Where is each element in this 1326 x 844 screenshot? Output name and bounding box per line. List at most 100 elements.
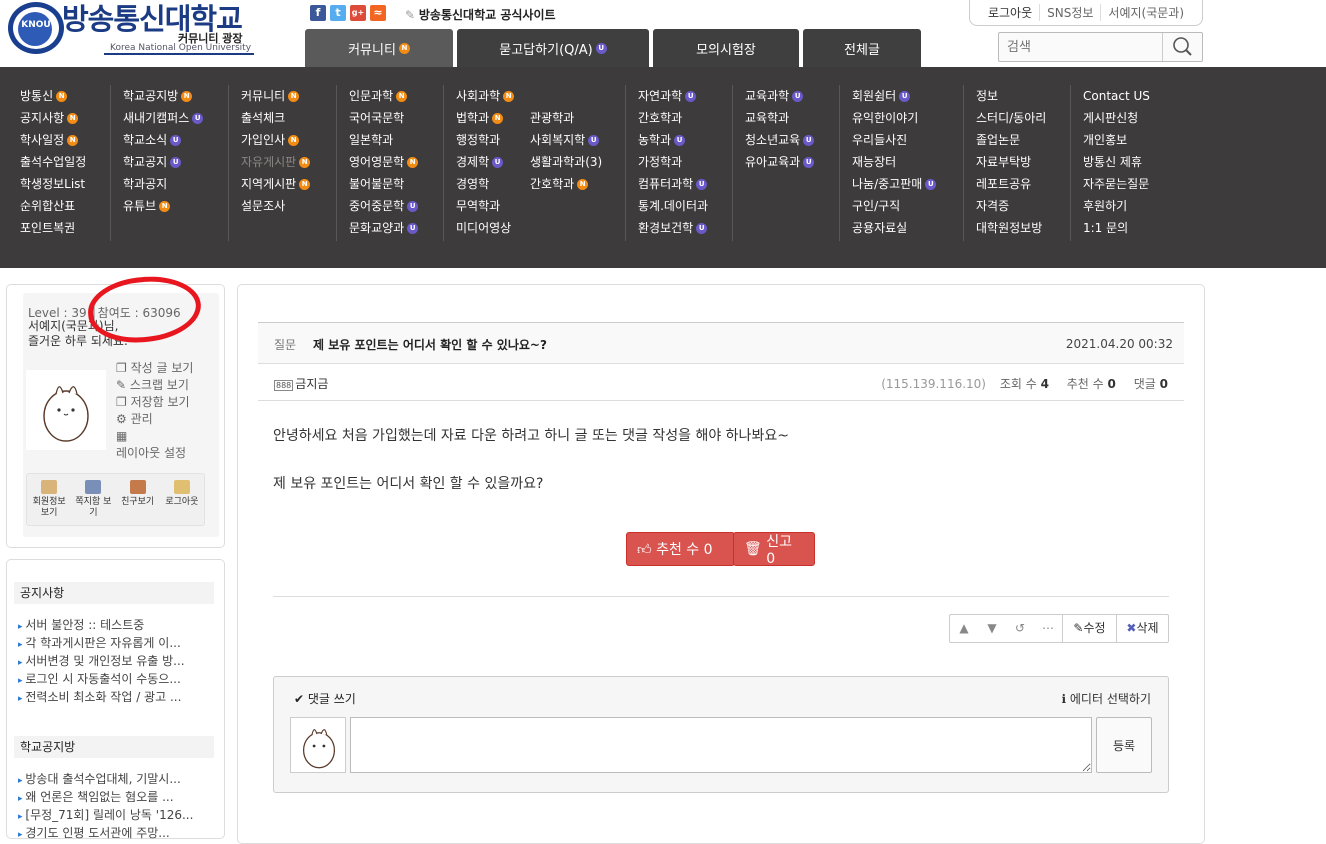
editor-select-link[interactable]: ℹ 에디터 선택하기 (1062, 690, 1151, 707)
menu-item[interactable]: 불어불문학 (349, 173, 418, 195)
menu-item[interactable]: 청소년교육 U (745, 129, 815, 151)
friends-button[interactable]: 친구보기 (116, 480, 160, 525)
layout-settings-link[interactable]: 레이아웃 설정 (116, 445, 193, 462)
menu-item[interactable]: 학과공지 (123, 173, 203, 195)
menu-item[interactable]: 생활과학과(3) (530, 151, 602, 173)
menu-item[interactable]: 중어중문학 U (349, 195, 419, 217)
menu-item[interactable]: 인문과학 N (349, 85, 418, 107)
sns-info-link[interactable]: SNS정보 (1039, 4, 1100, 21)
facebook-icon[interactable]: f (310, 5, 326, 21)
menu-item[interactable]: 사회복지학 U (530, 129, 602, 151)
menu-item[interactable]: 설문조사 (241, 195, 310, 217)
saved-link[interactable]: ❐ 저장함 보기 (116, 394, 193, 411)
menu-item[interactable]: 경영학 (456, 173, 514, 195)
menu-item[interactable]: 회원쉼터 U (852, 85, 936, 107)
menu-item[interactable]: 커뮤니티 N (241, 85, 310, 107)
user-name-link[interactable]: 서예지(국문과) (1100, 4, 1191, 21)
menu-item[interactable]: 유튜브 N (123, 195, 203, 217)
menu-item[interactable]: 1:1 문의 (1083, 217, 1150, 239)
menu-item[interactable]: 문화교양과 U (349, 217, 419, 239)
site-logo[interactable]: KNOU 방송통신대학교 커뮤니티 광장 Korea National Open… (8, 0, 254, 58)
menu-item[interactable]: 유익한이야기 (852, 107, 936, 129)
menu-item[interactable]: 학교소식 U (123, 129, 203, 151)
menu-item[interactable]: 지역게시판 N (241, 173, 311, 195)
menu-item[interactable]: 영어영문학 N (349, 151, 419, 173)
arrow-down-icon[interactable]: ▼ (978, 615, 1006, 642)
menu-item[interactable]: 경제학 U (456, 151, 514, 173)
menu-item[interactable]: 교육학과 (745, 107, 814, 129)
list-item[interactable]: 왜 언론은 책임없는 혐오를 ... (18, 788, 208, 806)
menu-item[interactable]: 개인홍보 (1083, 129, 1150, 151)
search-button[interactable] (1162, 33, 1202, 61)
menu-item[interactable]: 학생정보List (20, 173, 86, 195)
menu-item[interactable]: 간호학과 (638, 107, 708, 129)
logout-link[interactable]: 로그아웃 (981, 4, 1039, 21)
list-item[interactable]: 경기도 인평 도서관에 주망... (18, 824, 208, 842)
comment-textarea[interactable] (350, 717, 1092, 773)
menu-item[interactable]: 학교공지 U (123, 151, 203, 173)
list-item[interactable]: 방송대 출석수업대체, 기말시... (18, 770, 208, 788)
search-input[interactable] (999, 33, 1159, 61)
menu-item[interactable]: Contact US (1083, 85, 1150, 107)
menu-item[interactable]: 사회과학 N (456, 85, 515, 107)
menu-item[interactable]: 우리들사진 (852, 129, 936, 151)
message-box-button[interactable]: 쪽지함 보기 (71, 480, 115, 525)
twitter-icon[interactable]: t (330, 5, 346, 21)
manage-link[interactable]: ⚙ 관리 (116, 411, 193, 428)
menu-item[interactable]: 자료부탁방 (976, 151, 1046, 173)
menu-item[interactable]: 구인/구직 (852, 195, 936, 217)
menu-item[interactable]: 일본학과 (349, 129, 418, 151)
menu-item[interactable]: 자유게시판 N (241, 151, 311, 173)
list-item[interactable]: [무정_71회] 릴레이 낭독 '126... (18, 806, 208, 824)
menu-item[interactable]: 정보 (976, 85, 1046, 107)
menu-item[interactable]: 공지사항 N (20, 107, 86, 129)
menu-item[interactable]: 미디어영상 (456, 217, 514, 239)
my-posts-link[interactable]: ❐ 작성 글 보기 (116, 360, 193, 377)
menu-item[interactable]: 국어국문학 (349, 107, 418, 129)
menu-item[interactable]: 행정학과 (456, 129, 514, 151)
menu-item[interactable]: 통계.데이터과 (638, 195, 708, 217)
rss-icon[interactable]: ≈ (370, 5, 386, 21)
tab-qa[interactable]: 묻고답하기(Q/A) U (457, 29, 649, 67)
menu-item[interactable]: 유아교육과 U (745, 151, 815, 173)
list-item[interactable]: 로그인 시 자동출석이 수동으... (18, 670, 208, 688)
menu-item[interactable]: 환경보건학 U (638, 217, 708, 239)
menu-item[interactable]: 대학원정보방 (976, 217, 1046, 239)
menu-item[interactable]: 공용자료실 (852, 217, 936, 239)
member-info-button[interactable]: 회원정보 보기 (27, 480, 71, 525)
layout-icon[interactable]: ▦ (116, 428, 193, 445)
menu-item[interactable]: 관광학과 (530, 107, 602, 129)
menu-item[interactable]: 자주묻는질문 (1083, 173, 1150, 195)
vote-button[interactable]: 👍︎ 추천 수 0 (626, 532, 735, 566)
more-icon[interactable]: ⋯ (1034, 615, 1062, 642)
tab-all-posts[interactable]: 전체글 (803, 29, 921, 67)
menu-item[interactable]: 졸업논문 (976, 129, 1046, 151)
menu-item[interactable]: 농학과 U (638, 129, 708, 151)
list-item[interactable]: 서버변경 및 개인정보 유출 방... (18, 652, 208, 670)
menu-item[interactable]: 학교공지방 N (123, 85, 203, 107)
menu-item[interactable]: 새내기캠퍼스 U (123, 107, 204, 129)
menu-item[interactable]: 자격증 (976, 195, 1046, 217)
arrow-up-icon[interactable]: ▲ (950, 615, 978, 642)
submit-comment-button[interactable]: 등록 (1096, 717, 1152, 773)
list-item[interactable]: 서버 불안정 :: 테스트중 (18, 616, 208, 634)
menu-item[interactable]: 방통신 N (20, 85, 86, 107)
menu-item[interactable]: 레포트공유 (976, 173, 1046, 195)
delete-button[interactable]: ✖삭제 (1116, 615, 1168, 642)
menu-item[interactable]: 후원하기 (1083, 195, 1150, 217)
post-author[interactable]: 888 금지금 (274, 375, 328, 392)
menu-item[interactable]: 학사일정 N (20, 129, 86, 151)
tab-community[interactable]: 커뮤니티 N (305, 29, 453, 67)
menu-item[interactable]: 출석체크 (241, 107, 310, 129)
google-plus-icon[interactable]: g+ (350, 5, 366, 21)
menu-item[interactable]: 컴퓨터과학 U (638, 173, 708, 195)
menu-item[interactable]: 출석수업일정 (20, 151, 86, 173)
menu-item[interactable]: 나눔/중고판매 U (852, 173, 937, 195)
menu-item[interactable]: 순위합산표 (20, 195, 86, 217)
menu-item[interactable]: 무역학과 (456, 195, 514, 217)
list-item[interactable]: 전력소비 최소화 작업 / 광고 ... (18, 688, 208, 706)
menu-item[interactable]: 재능장터 (852, 151, 936, 173)
report-button[interactable]: 🗑︎ 신고 0 (733, 532, 815, 567)
list-item[interactable]: 각 학과게시판은 자유롭게 이... (18, 634, 208, 652)
menu-item[interactable]: 스터디/동아리 (976, 107, 1046, 129)
